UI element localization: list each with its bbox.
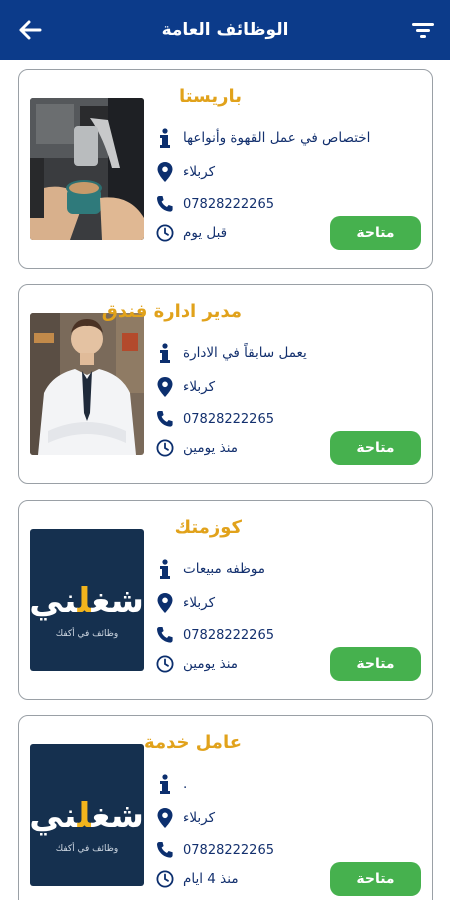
job-posted-time: منذ يومين <box>183 440 238 456</box>
info-icon <box>155 774 175 794</box>
app-bar: الوظائف العامة <box>0 0 450 60</box>
description-row: . <box>155 774 187 794</box>
job-location: كربلاء <box>183 810 216 826</box>
job-title[interactable]: كوزمتك <box>175 517 242 538</box>
location-pin-icon <box>155 162 175 182</box>
location-pin-icon <box>155 593 175 613</box>
barista-photo <box>30 98 144 240</box>
page-title: الوظائف العامة <box>161 20 289 40</box>
job-location: كربلاء <box>183 379 216 395</box>
job-phone[interactable]: 07828222265 <box>183 412 274 427</box>
phone-row: 07828222265 <box>155 194 274 214</box>
location-pin-icon <box>155 808 175 828</box>
posted-row: منذ يومين <box>155 654 238 674</box>
info-icon <box>155 128 175 148</box>
job-description: يعمل سابقاً في الادارة <box>183 345 307 361</box>
phone-row: 07828222265 <box>155 840 274 860</box>
filter-icon[interactable] <box>408 14 438 46</box>
job-card[interactable]: شغلني وظائف في أكفك عامل خدمة . كربلاء 0… <box>18 715 433 900</box>
posted-row: منذ يومين <box>155 438 238 458</box>
arrow-left-icon[interactable] <box>14 14 46 46</box>
phone-icon <box>155 625 175 645</box>
job-title[interactable]: عامل خدمة <box>144 732 242 753</box>
job-posted-time: منذ 4 ايام <box>183 871 239 887</box>
info-icon <box>155 343 175 363</box>
posted-row: منذ 4 ايام <box>155 869 239 889</box>
job-phone[interactable]: 07828222265 <box>183 843 274 858</box>
brand-logo: شغلني وظائف في أكفك <box>30 529 144 671</box>
job-location: كربلاء <box>183 595 216 611</box>
description-row: يعمل سابقاً في الادارة <box>155 343 307 363</box>
phone-icon <box>155 409 175 429</box>
job-location: كربلاء <box>183 164 216 180</box>
location-row: كربلاء <box>155 593 215 613</box>
status-badge[interactable]: متاحة <box>330 431 421 465</box>
clock-icon <box>155 438 175 458</box>
location-row: كربلاء <box>155 808 215 828</box>
job-posted-time: منذ يومين <box>183 656 238 672</box>
job-posted-time: قبل يوم <box>183 225 228 241</box>
job-description: . <box>183 776 188 792</box>
status-badge[interactable]: متاحة <box>330 647 421 681</box>
job-card[interactable]: شغلني وظائف في أكفك كوزمتك موظفه مبيعات … <box>18 500 433 700</box>
manager-photo <box>30 313 144 455</box>
clock-icon <box>155 654 175 674</box>
job-description: اختصاص في عمل القهوة وأنواعها <box>183 130 371 146</box>
phone-row: 07828222265 <box>155 625 274 645</box>
posted-row: قبل يوم <box>155 223 227 243</box>
description-row: موظفه مبيعات <box>155 559 265 579</box>
location-row: كربلاء <box>155 162 215 182</box>
job-phone[interactable]: 07828222265 <box>183 197 274 212</box>
info-icon <box>155 559 175 579</box>
location-row: كربلاء <box>155 377 215 397</box>
brand-logo: شغلني وظائف في أكفك <box>30 744 144 886</box>
job-list[interactable]: باريستا اختصاص في عمل القهوة وأنواعها كر… <box>0 60 450 900</box>
clock-icon <box>155 869 175 889</box>
phone-icon <box>155 840 175 860</box>
job-description: موظفه مبيعات <box>183 561 266 577</box>
job-title[interactable]: باريستا <box>179 86 242 107</box>
status-badge[interactable]: متاحة <box>330 216 421 250</box>
description-row: اختصاص في عمل القهوة وأنواعها <box>155 128 370 148</box>
job-card[interactable]: مدير ادارة فندق يعمل سابقاً في الادارة ك… <box>18 284 433 484</box>
phone-row: 07828222265 <box>155 409 274 429</box>
clock-icon <box>155 223 175 243</box>
location-pin-icon <box>155 377 175 397</box>
job-phone[interactable]: 07828222265 <box>183 628 274 643</box>
status-badge[interactable]: متاحة <box>330 862 421 896</box>
job-card[interactable]: باريستا اختصاص في عمل القهوة وأنواعها كر… <box>18 69 433 269</box>
phone-icon <box>155 194 175 214</box>
job-title[interactable]: مدير ادارة فندق <box>102 301 242 322</box>
